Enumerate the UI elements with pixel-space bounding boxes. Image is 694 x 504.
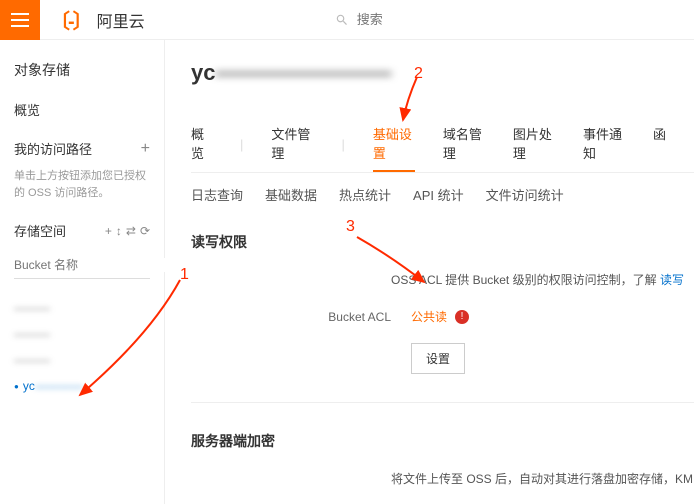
encryption-desc-1: 将文件上传至 OSS 后，自动对其进行落盘加密存储，KM bbox=[391, 469, 694, 489]
subtab-api[interactable]: API 统计 bbox=[413, 185, 464, 204]
refresh-icon[interactable]: ⟳ bbox=[140, 224, 150, 238]
sidebar-mypath[interactable]: 我的访问路径 + bbox=[0, 129, 164, 168]
encryption-title: 服务器端加密 bbox=[191, 431, 694, 451]
mypath-hint: 单击上方按钮添加您已授权的 OSS 访问路径。 bbox=[0, 168, 164, 211]
bucket-item[interactable]: ——— bbox=[0, 295, 164, 321]
warning-icon: ! bbox=[455, 310, 469, 324]
bucket-item[interactable]: ——— bbox=[0, 321, 164, 347]
acl-title: 读写权限 bbox=[191, 232, 694, 252]
bucket-item[interactable]: ——— bbox=[0, 347, 164, 373]
acl-field: Bucket ACL 公共读 ! bbox=[311, 308, 694, 325]
bucket-search-input[interactable] bbox=[14, 258, 169, 272]
sidebar-storage[interactable]: 存储空间 + ↕ ⇄ ⟳ bbox=[0, 211, 164, 250]
transfer-icon[interactable]: ⇄ bbox=[126, 224, 136, 238]
secondary-tabs: 日志查询 基础数据 热点统计 API 统计 文件访问统计 bbox=[191, 185, 694, 204]
global-search[interactable] bbox=[335, 12, 477, 27]
acl-field-label: Bucket ACL bbox=[311, 310, 391, 324]
brand-text: 阿里云 bbox=[97, 8, 145, 32]
acl-value: 公共读 bbox=[411, 308, 447, 325]
bucket-item-active[interactable]: yc———— bbox=[0, 373, 164, 399]
logo-mark-icon: 〔-〕 bbox=[50, 5, 91, 34]
bucket-search[interactable] bbox=[14, 258, 150, 279]
brand-logo[interactable]: 〔-〕 阿里云 bbox=[40, 5, 155, 34]
encryption-section: 服务器端加密 将文件上传至 OSS 后，自动对其进行落盘加密存储，KM 用 KM… bbox=[191, 431, 694, 504]
search-input[interactable] bbox=[357, 12, 477, 27]
bucket-name: yc———————— bbox=[191, 60, 694, 86]
tab-overview[interactable]: 概览 bbox=[191, 116, 212, 172]
search-icon bbox=[335, 13, 349, 27]
sidebar: 对象存储 概览 我的访问路径 + 单击上方按钮添加您已授权的 OSS 访问路径。… bbox=[0, 40, 165, 504]
tab-files[interactable]: 文件管理 bbox=[271, 116, 313, 172]
tab-functions[interactable]: 函 bbox=[653, 116, 666, 172]
tab-domain[interactable]: 域名管理 bbox=[443, 116, 485, 172]
acl-section: 读写权限 OSS ACL 提供 Bucket 级别的权限访问控制，了解 读写 B… bbox=[191, 232, 694, 374]
main-content: yc———————— 概览 | 文件管理 | 基础设置 域名管理 图片处理 事件… bbox=[165, 40, 694, 504]
product-title: 对象存储 bbox=[0, 50, 164, 90]
subtab-logs[interactable]: 日志查询 bbox=[191, 185, 243, 204]
plus-icon[interactable]: + bbox=[105, 224, 112, 238]
tab-image[interactable]: 图片处理 bbox=[513, 116, 555, 172]
subtab-file-access[interactable]: 文件访问统计 bbox=[486, 185, 564, 204]
acl-description: OSS ACL 提供 Bucket 级别的权限访问控制，了解 读写 bbox=[391, 270, 694, 290]
tab-basic-settings[interactable]: 基础设置 bbox=[373, 116, 415, 172]
menu-button[interactable] bbox=[0, 0, 40, 40]
sidebar-overview[interactable]: 概览 bbox=[0, 90, 164, 129]
acl-set-button[interactable]: 设置 bbox=[411, 343, 465, 374]
sort-icon[interactable]: ↕ bbox=[116, 224, 122, 238]
bucket-list: ——— ——— ——— yc———— bbox=[0, 287, 164, 407]
subtab-hotspot[interactable]: 热点统计 bbox=[339, 185, 391, 204]
subtab-basic-data[interactable]: 基础数据 bbox=[265, 185, 317, 204]
add-path-icon[interactable]: + bbox=[141, 140, 150, 158]
primary-tabs: 概览 | 文件管理 | 基础设置 域名管理 图片处理 事件通知 函 bbox=[191, 116, 694, 173]
acl-doc-link[interactable]: 读写 bbox=[660, 273, 684, 287]
section-divider bbox=[191, 402, 694, 403]
tab-events[interactable]: 事件通知 bbox=[583, 116, 625, 172]
